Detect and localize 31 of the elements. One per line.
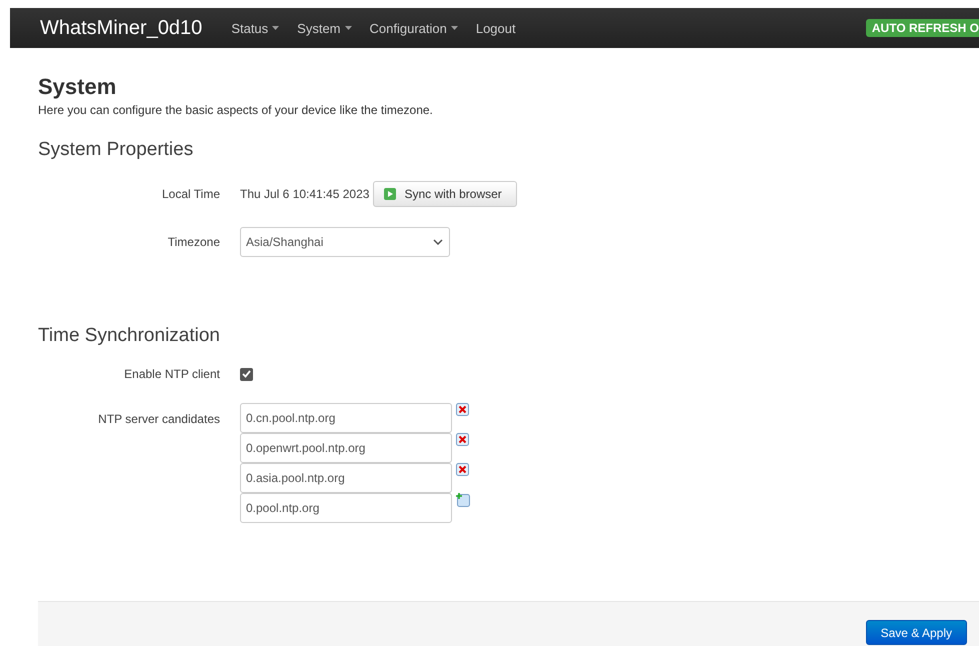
add-icon[interactable] bbox=[456, 493, 470, 507]
ntp-server-field[interactable]: 0.cn.pool.ntp.org bbox=[240, 403, 452, 433]
nav-menu-item[interactable]: System bbox=[288, 20, 361, 36]
page-description: Here you can configure the basic aspects of your device like the timezone. bbox=[38, 103, 434, 117]
field-label: Enable NTP client bbox=[123, 367, 221, 381]
remove-icon[interactable] bbox=[456, 403, 469, 416]
ntp-server-field[interactable]: 0.pool.ntp.org bbox=[240, 493, 452, 523]
page-title: System bbox=[38, 74, 118, 100]
remove-icon[interactable] bbox=[456, 433, 469, 446]
sync-button[interactable]: Sync with browser bbox=[373, 181, 517, 207]
remove-icon[interactable] bbox=[456, 463, 469, 476]
field-label: NTP server candidates bbox=[97, 411, 221, 426]
local-time-value: Thu Jul 6 10:41:45 2023 bbox=[240, 187, 370, 201]
caret-icon bbox=[272, 26, 280, 30]
field-label: Local Time bbox=[160, 187, 221, 201]
section-title: Time Synchronization bbox=[38, 325, 221, 347]
nav-menu-item[interactable]: Status bbox=[222, 20, 288, 36]
ntp-server-field[interactable]: 0.openwrt.pool.ntp.org bbox=[240, 433, 452, 463]
save-apply-button[interactable]: Save & Apply bbox=[866, 620, 967, 645]
timezone-select[interactable]: Asia/Shanghai bbox=[240, 227, 450, 257]
chevron-down-icon bbox=[433, 239, 443, 245]
nav-menu-item[interactable]: Logout bbox=[466, 20, 525, 36]
play-icon bbox=[384, 188, 396, 200]
section-title: System Properties bbox=[38, 139, 194, 161]
caret-icon bbox=[450, 26, 458, 30]
nav-menu-item[interactable]: Configuration bbox=[360, 20, 467, 36]
caret-icon bbox=[344, 26, 352, 30]
brand-title[interactable]: WhatsMiner_0d10 bbox=[40, 16, 202, 40]
ntp-checkbox[interactable] bbox=[240, 368, 253, 380]
ntp-server-field[interactable]: 0.asia.pool.ntp.org bbox=[240, 463, 452, 493]
field-label: Timezone bbox=[166, 235, 221, 249]
